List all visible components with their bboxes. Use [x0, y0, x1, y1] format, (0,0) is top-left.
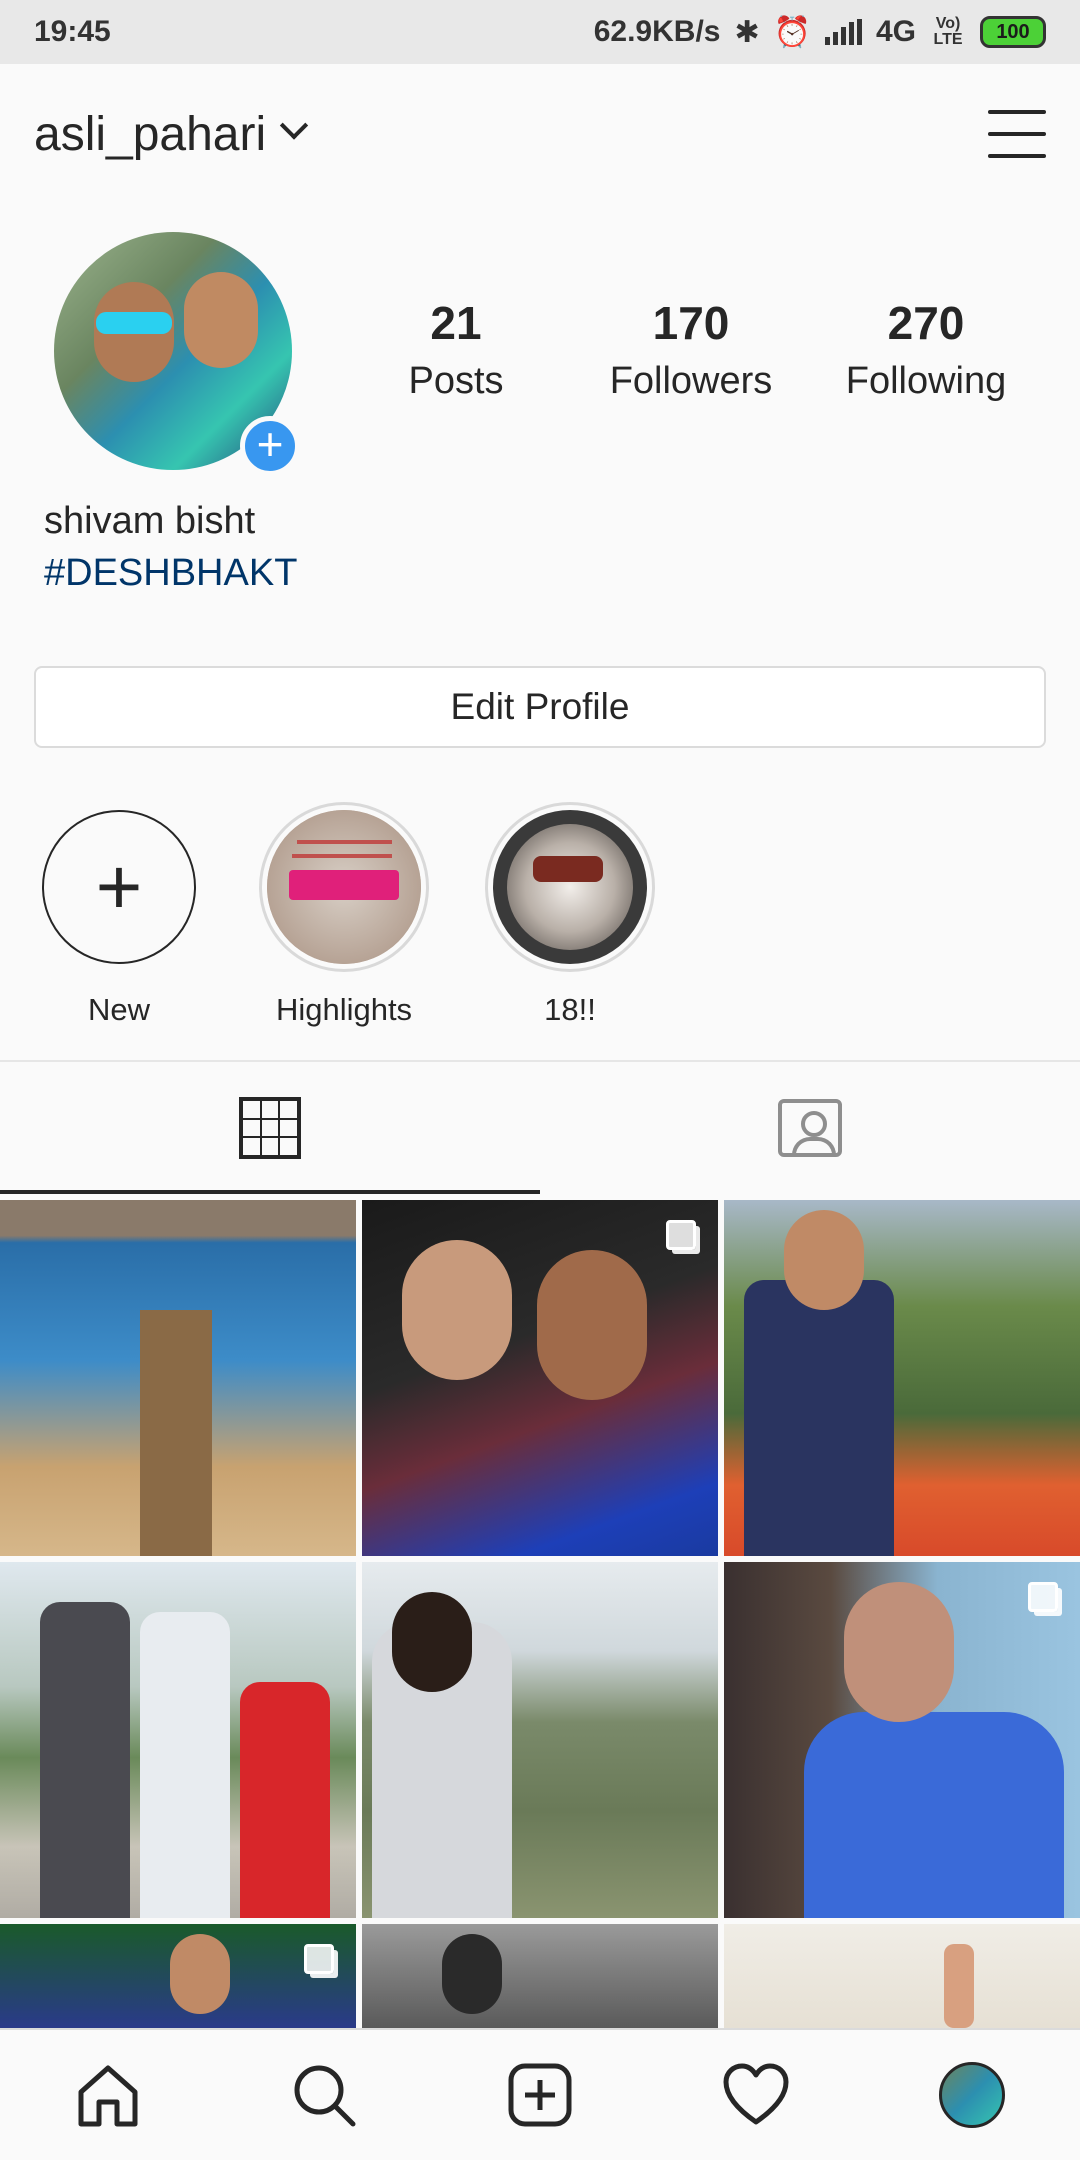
- hamburger-menu-icon[interactable]: [988, 110, 1046, 158]
- posts-count: 21: [430, 297, 482, 349]
- stat-followers[interactable]: 170 Followers: [591, 296, 791, 403]
- grid-icon: [239, 1097, 301, 1159]
- search-icon: [294, 2065, 356, 2127]
- nav-search[interactable]: [279, 2050, 369, 2140]
- highlight-label: Highlights: [275, 992, 413, 1027]
- network-type: 4G: [875, 15, 916, 48]
- battery-icon: 100: [980, 16, 1046, 48]
- post-thumbnail[interactable]: [724, 1200, 1080, 1556]
- stat-following[interactable]: 270 Following: [826, 296, 1026, 403]
- nav-profile[interactable]: [927, 2050, 1017, 2140]
- plus-icon: +: [42, 810, 196, 964]
- highlight-cover: [267, 810, 421, 964]
- post-thumbnail[interactable]: [362, 1924, 718, 2028]
- posts-label: Posts: [408, 360, 504, 402]
- stat-posts[interactable]: 21 Posts: [356, 296, 556, 403]
- alarm-icon: ⏰: [773, 15, 811, 49]
- chevron-down-icon: [280, 111, 309, 140]
- highlight-new[interactable]: + New: [29, 802, 209, 1028]
- post-thumbnail[interactable]: [724, 1924, 1080, 2028]
- highlight-18[interactable]: 18!!: [480, 802, 660, 1028]
- followers-label: Followers: [609, 360, 773, 402]
- status-time: 19:45: [34, 15, 111, 48]
- status-icons: 62.9KB/s ✱ ⏰ 4G Vo) LTE 100: [594, 15, 1046, 50]
- nav-activity[interactable]: [711, 2050, 801, 2140]
- tagged-icon: [778, 1099, 842, 1157]
- multiple-posts-icon: [666, 1220, 696, 1250]
- post-thumbnail[interactable]: [724, 1562, 1080, 1918]
- username: asli_pahari: [34, 107, 267, 161]
- tab-tagged[interactable]: [540, 1062, 1080, 1194]
- multiple-posts-icon: [304, 1944, 334, 1974]
- tab-grid[interactable]: [0, 1062, 540, 1194]
- profile-tabs: [0, 1060, 1080, 1194]
- bottom-nav: [0, 2028, 1080, 2160]
- highlight-cover: [493, 810, 647, 964]
- multiple-posts-icon: [1028, 1582, 1058, 1612]
- following-count: 270: [887, 297, 965, 349]
- highlight-highlights[interactable]: Highlights: [254, 802, 434, 1028]
- account-switcher[interactable]: asli_pahari: [34, 107, 309, 162]
- post-thumbnail[interactable]: [0, 1924, 356, 2028]
- network-speed: 62.9KB/s: [593, 15, 721, 48]
- nav-home[interactable]: [63, 2050, 153, 2140]
- followers-count: 170: [652, 297, 730, 349]
- home-icon: [78, 2065, 138, 2127]
- bio-hashtag[interactable]: #DESHBHAKT: [44, 552, 297, 595]
- signal-icon: [824, 19, 862, 45]
- highlight-label: 18!!: [544, 992, 596, 1027]
- nav-add-post[interactable]: [495, 2050, 585, 2140]
- add-post-icon: [508, 2063, 572, 2127]
- edit-profile-button[interactable]: Edit Profile: [34, 666, 1046, 748]
- post-thumbnail[interactable]: [362, 1200, 718, 1556]
- bluetooth-icon: ✱: [734, 15, 760, 49]
- following-label: Following: [845, 360, 1007, 402]
- post-thumbnail[interactable]: [0, 1562, 356, 1918]
- post-thumbnail[interactable]: [362, 1562, 718, 1918]
- status-bar: 19:45 62.9KB/s ✱ ⏰ 4G Vo) LTE 100: [0, 0, 1080, 64]
- post-thumbnail[interactable]: [0, 1200, 356, 1556]
- highlight-label: New: [87, 992, 150, 1027]
- volte-icon: Vo) LTE: [933, 15, 963, 48]
- profile-header: asli_pahari: [0, 64, 1080, 204]
- add-story-icon[interactable]: +: [240, 416, 300, 476]
- full-name: shivam bisht: [44, 500, 256, 542]
- profile-avatar: [939, 2062, 1005, 2128]
- heart-icon: [723, 2063, 789, 2125]
